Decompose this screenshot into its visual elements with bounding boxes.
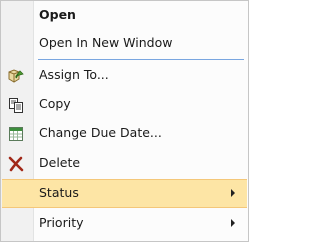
menu-item-open-in-new-window[interactable]: Open In New Window <box>2 29 247 58</box>
menu-item-label: Change Due Date... <box>39 125 162 140</box>
menu-item-label: Delete <box>39 155 81 170</box>
submenu-arrow-icon <box>231 189 235 197</box>
copy-icon <box>7 96 25 114</box>
context-menu: Open Open In New Window Assign To... Cop… <box>0 0 249 242</box>
menu-item-status[interactable]: Status <box>2 179 247 208</box>
assign-icon <box>7 67 25 85</box>
menu-item-open[interactable]: Open <box>2 1 247 30</box>
menu-item-change-due-date[interactable]: Change Due Date... <box>2 119 247 148</box>
calendar-icon <box>7 125 25 143</box>
menu-item-label: Assign To... <box>39 67 109 82</box>
menu-item-label: Open In New Window <box>39 35 173 50</box>
menu-item-priority[interactable]: Priority <box>2 209 247 238</box>
menu-item-copy[interactable]: Copy <box>2 90 247 119</box>
menu-separator <box>38 59 244 60</box>
menu-item-label: Open <box>39 7 76 22</box>
menu-item-assign-to[interactable]: Assign To... <box>2 61 247 90</box>
menu-item-label: Copy <box>39 96 71 111</box>
menu-item-label: Priority <box>39 215 84 230</box>
delete-icon <box>7 155 25 173</box>
submenu-arrow-icon <box>231 219 235 227</box>
menu-item-delete[interactable]: Delete <box>2 149 247 178</box>
menu-item-label: Status <box>39 185 79 200</box>
